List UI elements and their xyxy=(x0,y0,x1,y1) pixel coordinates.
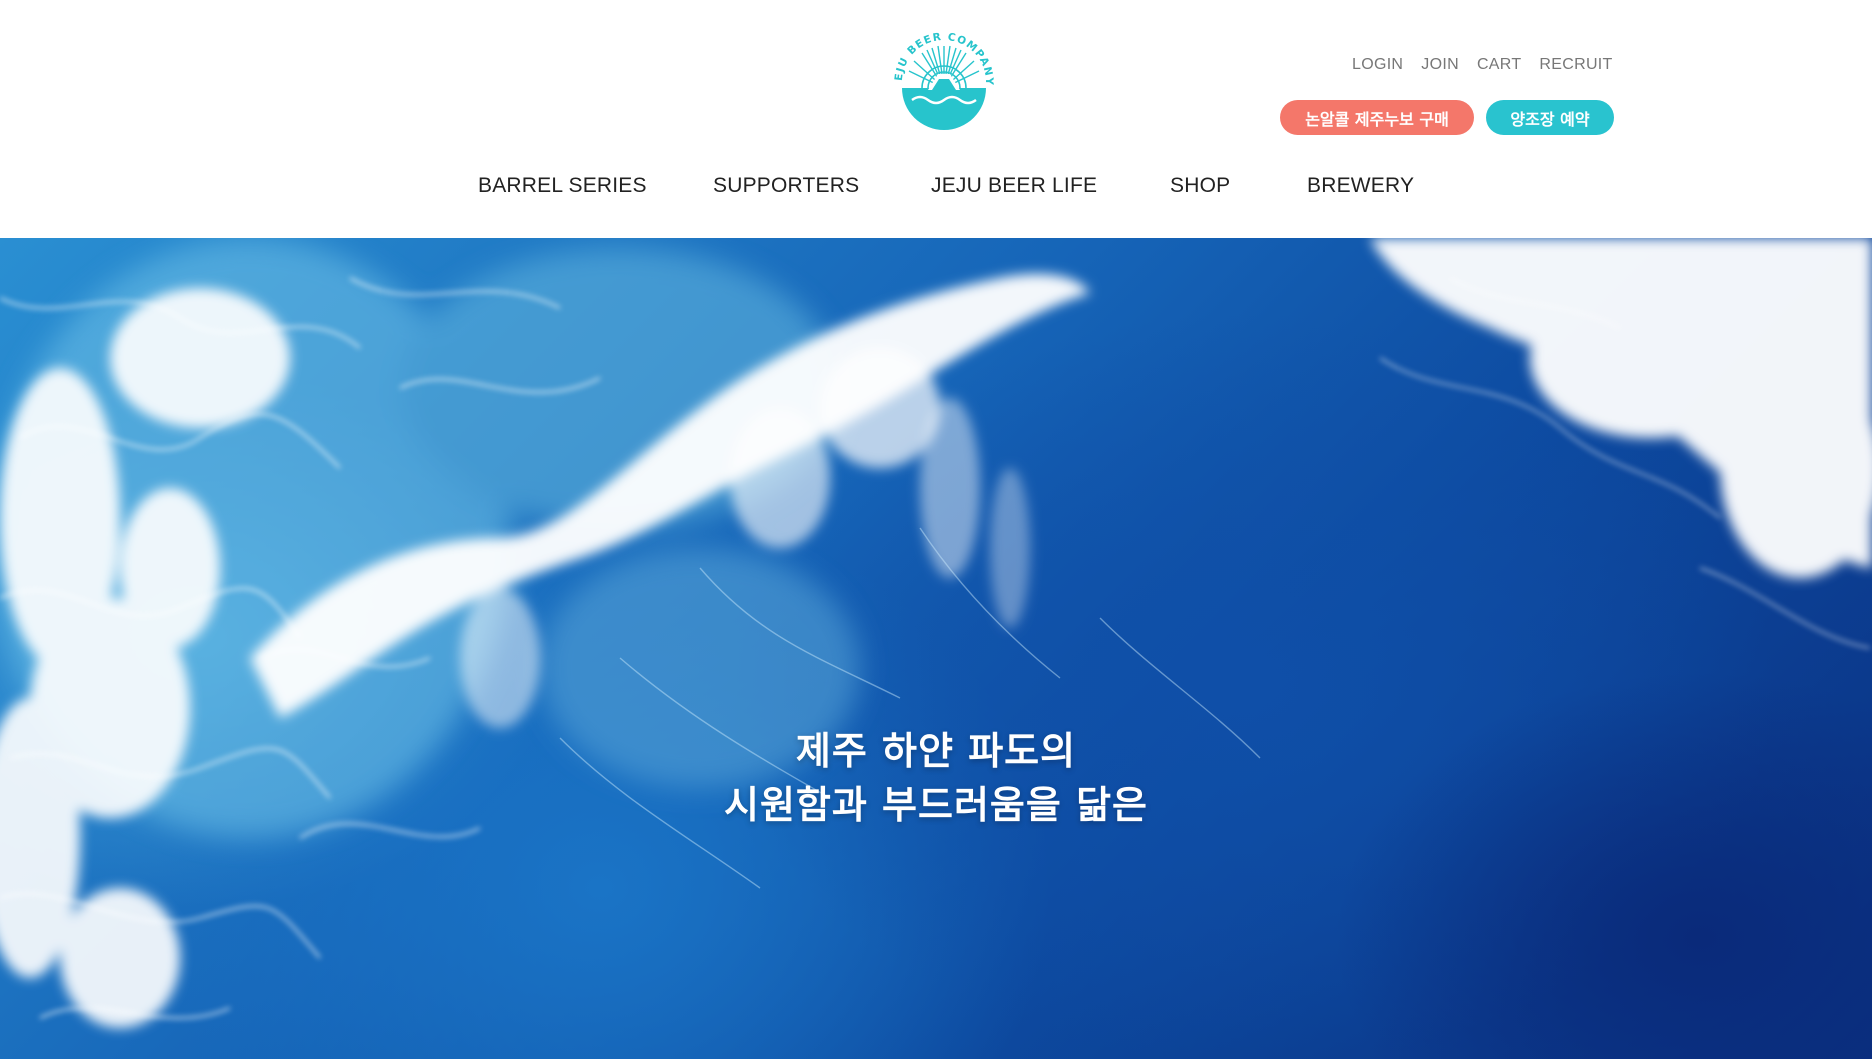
site-header: JEJU BEER COMPANY LOGIN JOIN CART RECRUI… xyxy=(0,0,1872,238)
nav-supporters[interactable]: SUPPORTERS xyxy=(713,174,859,198)
cta-button-group: 논알콜 제주누보 구매 양조장 예약 xyxy=(1280,100,1614,135)
recruit-link[interactable]: RECRUIT xyxy=(1539,56,1612,74)
hero-headline-line1: 제주 하얀 파도의 xyxy=(795,729,1077,773)
nav-barrel-series[interactable]: BARREL SERIES xyxy=(478,174,647,198)
join-link[interactable]: JOIN xyxy=(1421,56,1459,74)
cart-link[interactable]: CART xyxy=(1477,56,1521,74)
jeju-beer-company-logo[interactable]: JEJU BEER COMPANY xyxy=(892,22,996,138)
hero-headline-line2: 시원함과 부드러움을 닮은 xyxy=(723,783,1149,827)
hero-ocean-banner: 제주 하얀 파도의 시원함과 부드러움을 닮은 xyxy=(0,238,1872,1059)
buy-non-alcohol-button[interactable]: 논알콜 제주누보 구매 xyxy=(1280,100,1474,135)
login-link[interactable]: LOGIN xyxy=(1352,56,1403,74)
utility-nav: LOGIN JOIN CART RECRUIT xyxy=(1352,56,1613,74)
ocean-waves-image xyxy=(0,238,1872,1028)
brewery-reservation-button[interactable]: 양조장 예약 xyxy=(1486,100,1614,135)
nav-brewery[interactable]: BREWERY xyxy=(1307,174,1414,198)
nav-shop[interactable]: SHOP xyxy=(1170,174,1230,198)
nav-jeju-beer-life[interactable]: JEJU BEER LIFE xyxy=(931,174,1097,198)
main-nav: BARREL SERIES SUPPORTERS JEJU BEER LIFE … xyxy=(0,174,1872,204)
